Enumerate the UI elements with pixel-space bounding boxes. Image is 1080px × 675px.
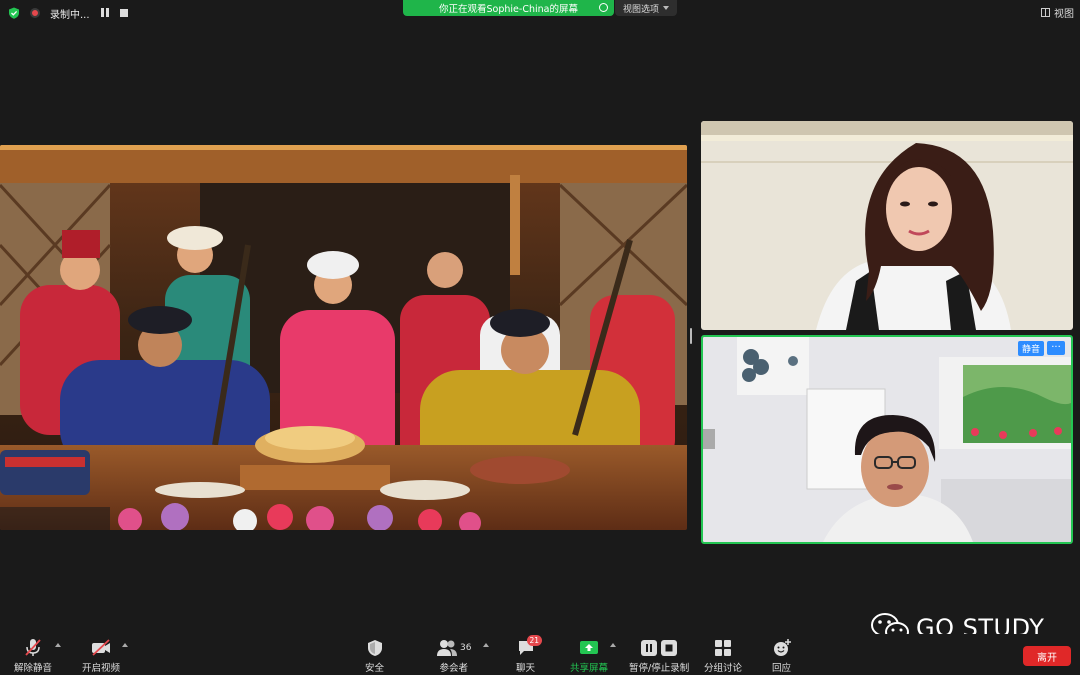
- reaction-smiley-icon: [773, 638, 791, 656]
- view-button[interactable]: 视图: [1041, 5, 1074, 20]
- recording-status: 录制中...: [8, 5, 128, 21]
- participants-icon: [437, 639, 457, 656]
- pause-stop-recording-button[interactable]: 暂停/停止录制: [629, 638, 689, 674]
- mute-participant-button[interactable]: 静音: [1017, 341, 1044, 356]
- microphone-muted-icon: [25, 639, 41, 656]
- chat-button[interactable]: 21 聊天: [516, 635, 543, 674]
- participants-label: 参会者: [439, 663, 468, 674]
- chevron-down-icon: [663, 6, 669, 10]
- participant-2-video-frame: [703, 337, 1071, 542]
- pause-stop-recording-label: 暂停/停止录制: [629, 663, 690, 674]
- share-screen-icon: [580, 640, 598, 654]
- security-button[interactable]: 安全: [365, 638, 384, 674]
- participant-video-1[interactable]: [701, 121, 1073, 330]
- shared-screen[interactable]: [0, 145, 687, 530]
- leave-meeting-button[interactable]: 离开: [1023, 646, 1071, 666]
- reactions-button[interactable]: 回应: [772, 638, 791, 674]
- view-layout-icon: [1041, 8, 1050, 17]
- security-label: 安全: [365, 663, 385, 674]
- unmute-label: 解除静音: [14, 663, 53, 674]
- stop-icon: [661, 639, 678, 656]
- breakout-rooms-icon: [715, 639, 731, 656]
- share-screen-label: 共享屏幕: [570, 663, 609, 674]
- breakout-rooms-label: 分组讨论: [704, 663, 743, 674]
- viewing-screen-banner: 你正在观看Sophie-China的屏幕: [403, 0, 614, 16]
- share-options-chevron-icon[interactable]: [610, 643, 616, 647]
- check-circle-icon: [599, 3, 608, 12]
- participants-options-chevron-icon[interactable]: [483, 643, 489, 647]
- participants-count: 36: [460, 642, 472, 653]
- participants-button[interactable]: 36 参会者: [436, 638, 471, 674]
- chat-label: 聊天: [516, 663, 536, 674]
- start-video-label: 开启视频: [82, 663, 121, 674]
- recording-dot-icon: [30, 8, 40, 18]
- audio-options-chevron-icon[interactable]: [55, 643, 61, 647]
- camera-off-icon: [92, 639, 110, 656]
- security-icon: [367, 639, 382, 656]
- view-label: 视图: [1054, 9, 1074, 20]
- banner-text: 你正在观看Sophie-China的屏幕: [439, 4, 578, 15]
- view-options-button[interactable]: 视图选项: [615, 0, 677, 16]
- meeting-toolbar: 解除静音 开启视频 安全 36 参会者 21 聊天 共享屏幕 暂停/停止录制 分…: [0, 634, 1080, 675]
- stop-recording-icon[interactable]: [119, 9, 128, 17]
- shared-content-image: [0, 145, 687, 530]
- video-options-chevron-icon[interactable]: [122, 643, 128, 647]
- splitter-handle[interactable]: [690, 328, 692, 344]
- pause-recording-icon[interactable]: [100, 8, 110, 18]
- breakout-rooms-button[interactable]: 分组讨论: [704, 638, 742, 674]
- chat-unread-badge: 21: [526, 635, 543, 646]
- pause-icon: [641, 639, 658, 656]
- participant-video-2[interactable]: 静音 ···: [701, 335, 1073, 544]
- participant-1-video-frame: [701, 121, 1073, 330]
- reactions-label: 回应: [772, 663, 792, 674]
- security-shield-icon: [9, 7, 19, 19]
- unmute-button[interactable]: 解除静音: [14, 638, 52, 674]
- more-options-button[interactable]: ···: [1047, 341, 1065, 355]
- start-video-button[interactable]: 开启视频: [82, 638, 120, 674]
- view-options-label: 视图选项: [622, 4, 659, 15]
- share-screen-button[interactable]: 共享屏幕: [570, 638, 608, 674]
- recording-label: 录制中...: [50, 9, 90, 21]
